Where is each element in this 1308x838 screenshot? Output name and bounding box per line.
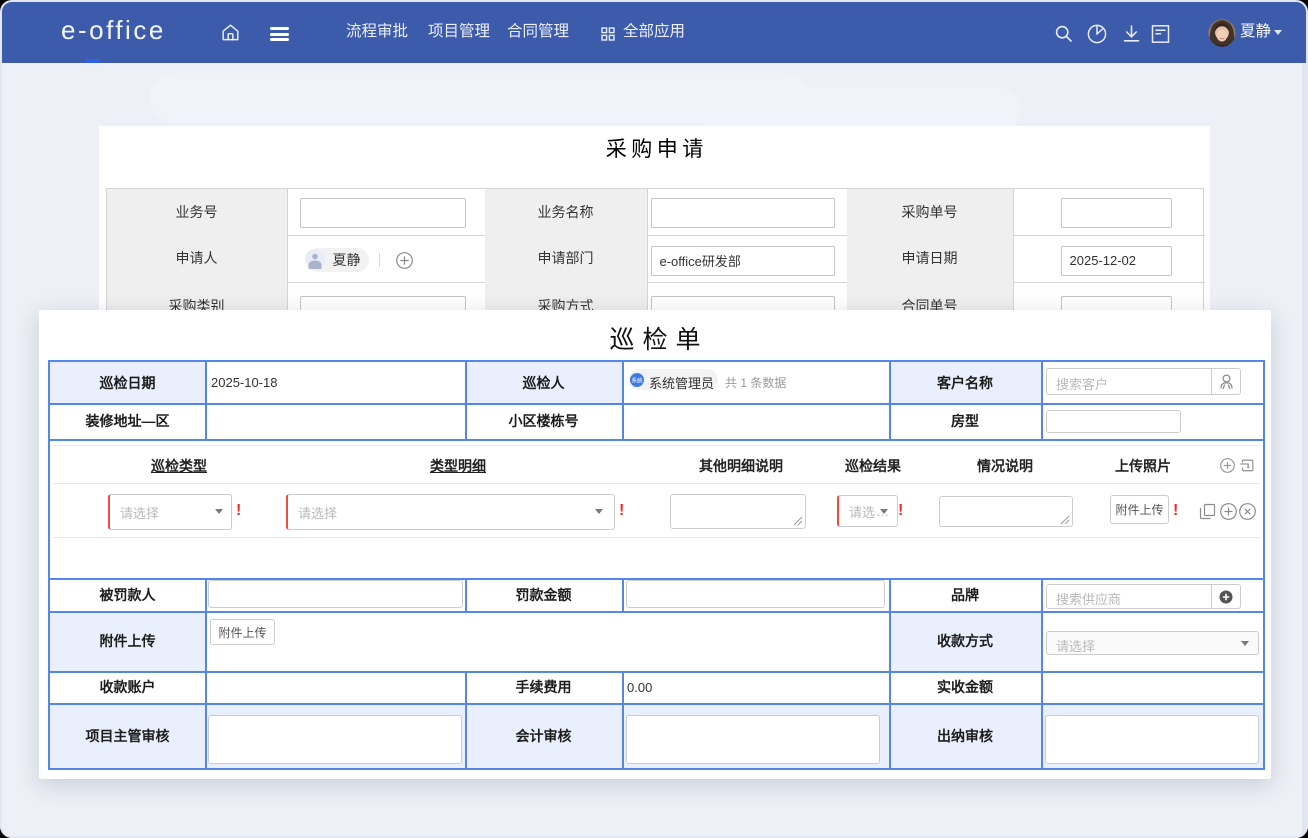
svg-text:系统: 系统	[631, 376, 643, 384]
